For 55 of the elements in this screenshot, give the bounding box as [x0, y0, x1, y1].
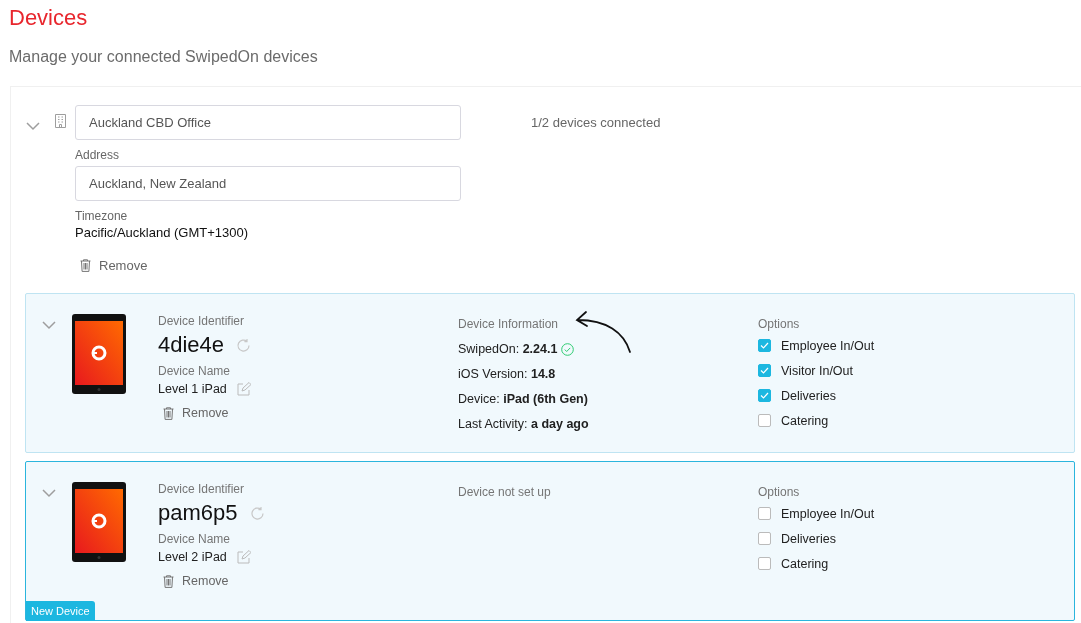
new-device-badge: New Device	[26, 601, 95, 621]
device-card[interactable]	[25, 293, 1075, 453]
device-name: Level 1 iPad	[158, 382, 227, 396]
device-info-text: Last Activity: a day ago	[458, 416, 589, 432]
device-identifier: pam6p5	[158, 500, 238, 526]
device-name-label: Device Name	[158, 532, 231, 546]
device-info-text: SwipedOn: 2.24.1	[458, 341, 558, 357]
checkbox[interactable]	[758, 532, 771, 545]
page-subtitle: Manage your connected SwipedOn devices	[9, 47, 319, 67]
option-label: Visitor In/Out	[781, 363, 854, 378]
page-title: Devices	[9, 5, 89, 31]
building-icon	[55, 114, 66, 128]
chevron-icon[interactable]	[42, 321, 56, 330]
remove-device-link[interactable]: Remove	[163, 406, 229, 420]
option-label: Catering	[781, 556, 829, 571]
trash-icon	[163, 406, 174, 420]
option-label: Employee In/Out	[781, 338, 875, 353]
edit-icon[interactable]	[236, 550, 251, 564]
remove-location-link[interactable]: Remove	[80, 258, 461, 273]
identifier-label: Device Identifier	[158, 482, 245, 496]
chevron-icon[interactable]	[26, 122, 40, 131]
checkbox[interactable]	[758, 414, 771, 427]
checkbox[interactable]	[758, 389, 771, 402]
checkbox[interactable]	[758, 507, 771, 520]
trash-icon	[163, 574, 174, 588]
chevron-icon[interactable]	[42, 489, 56, 498]
address-field[interactable]: Auckland, New Zealand	[75, 166, 461, 201]
edit-icon[interactable]	[236, 382, 251, 396]
option-label: Deliveries	[781, 388, 836, 403]
device-name-label: Device Name	[158, 364, 231, 378]
address-label: Address	[75, 148, 121, 162]
location-name-field[interactable]: Auckland CBD Office	[75, 105, 461, 140]
device-identifier: 4die4e	[158, 332, 225, 358]
checkbox[interactable]	[758, 339, 771, 352]
refresh-icon[interactable]	[249, 505, 265, 521]
option-label: Catering	[781, 413, 829, 428]
devices-connected-status: 1/2 devices connected	[531, 114, 661, 130]
device-info-heading: Device Information	[458, 317, 559, 331]
identifier-label: Device Identifier	[158, 314, 245, 328]
option-label: Deliveries	[781, 531, 836, 546]
device-info-text: Device: iPad (6th Gen)	[458, 391, 588, 407]
device-info-text: iOS Version: 14.8	[458, 366, 556, 382]
checkbox[interactable]	[758, 364, 771, 377]
refresh-icon[interactable]	[236, 337, 252, 353]
device-name: Level 2 iPad	[158, 550, 227, 564]
checkbox[interactable]	[758, 557, 771, 570]
option-label: Employee In/Out	[781, 506, 875, 521]
remove-device-link[interactable]: Remove	[163, 574, 229, 588]
timezone-label: Timezone	[75, 209, 129, 223]
options-label: Options	[758, 485, 800, 499]
device-card[interactable]: Device Identifier pam6p5 Device Name Level 2 iPad Remove Device not set up Options Employee In/Out Deliveries Catering New Device	[25, 461, 1075, 621]
trash-icon	[80, 259, 91, 272]
options-label: Options	[758, 317, 800, 331]
device-info-heading: Device not set up	[458, 485, 551, 499]
timezone-value: Pacific/Auckland (GMT+1300)	[75, 225, 250, 240]
